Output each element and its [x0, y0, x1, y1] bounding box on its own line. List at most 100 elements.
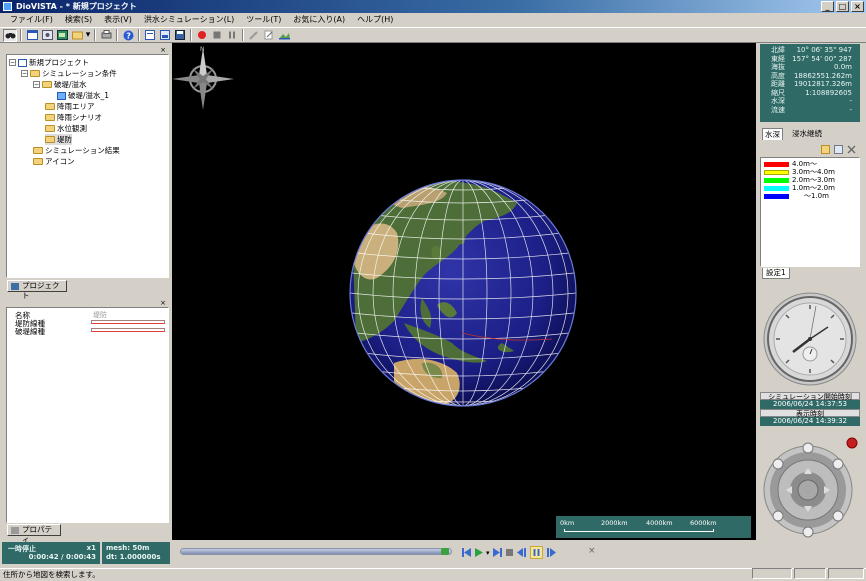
navigation-control[interactable] [760, 434, 864, 540]
window-icon[interactable] [25, 29, 39, 42]
tab-duration[interactable]: 浸水継続 [790, 128, 824, 139]
compass-rose-icon[interactable]: N [172, 46, 234, 110]
add-icon[interactable] [821, 144, 830, 154]
timeline-slider[interactable] [180, 548, 452, 555]
timeline-progress [181, 549, 446, 554]
tree-item-sim-results[interactable]: シミュレーション結果 [33, 145, 120, 156]
step-forward-icon[interactable] [546, 547, 556, 558]
display-time-label: 表示時刻 [760, 409, 860, 418]
mesh-status: mesh: 50m dt: 1.000000s [102, 542, 170, 564]
tab-project[interactable]: プロジェクト [7, 280, 67, 300]
menu-help[interactable]: ヘルプ(H) [351, 13, 399, 27]
binoculars-icon[interactable] [3, 28, 17, 42]
minimize-button[interactable]: _ [821, 1, 834, 12]
tab-settings-1[interactable]: 設定1 [762, 268, 790, 279]
sim-time: 0:00:42 / 0:00:43 [28, 553, 96, 561]
menu-search[interactable]: 検索(S) [59, 13, 98, 27]
collapse-icon[interactable]: − [21, 70, 28, 77]
record-icon[interactable] [195, 29, 209, 42]
menu-file[interactable]: ファイル(F) [4, 13, 59, 27]
status-cell [752, 568, 792, 579]
pause-icon[interactable] [529, 546, 543, 559]
globe[interactable] [349, 179, 577, 407]
project-icon [18, 58, 27, 67]
tree-item-rain-scenario[interactable]: 降雨シナリオ [45, 112, 102, 123]
stop-icon[interactable] [210, 29, 224, 42]
info-key: 北緯 [771, 46, 785, 54]
info-key: 流速 [771, 105, 785, 114]
status-bar: 住所から地図を検索します。 [0, 568, 866, 580]
timeline-thumb[interactable] [441, 548, 449, 555]
menu-flood-simulation[interactable]: 洪水シミュレーション(L) [138, 13, 240, 27]
tree-item-root[interactable]: − 新規プロジェクト [9, 57, 89, 68]
menu-view[interactable]: 表示(V) [98, 13, 138, 27]
info-value: 157° 54' 00" 287 [792, 54, 852, 63]
property-panel: × 名称 堤防 堤防線種 破堤線種 プロパティ [3, 298, 169, 544]
tree-label: アイコン [45, 157, 75, 166]
folder-open-icon[interactable] [70, 29, 84, 42]
tree-label: 水位観測 [57, 124, 87, 133]
legend-swatch [764, 185, 789, 191]
dropdown-arrow-icon[interactable]: ▾ [85, 29, 91, 42]
property-panel-close[interactable]: × [160, 299, 166, 307]
display-time-value: 2006/06/24 14:39:32 [760, 417, 860, 426]
sim-start-value: 2006/06/24 14:37:53 [760, 400, 860, 409]
status-cell [794, 568, 826, 579]
step-back-icon[interactable] [516, 547, 527, 558]
help-icon[interactable]: ? [121, 29, 135, 42]
time-step: dt: 1.000000s [106, 553, 161, 561]
save-icon[interactable] [173, 29, 187, 42]
maximize-button[interactable]: □ [836, 1, 849, 12]
tab-properties[interactable]: プロパティ [7, 524, 61, 544]
project-panel-close[interactable]: × [160, 46, 166, 54]
terrain-icon[interactable] [277, 29, 291, 42]
info-value: 10° 06' 35" 947 [796, 46, 852, 54]
globe-canvas[interactable]: N [172, 43, 756, 540]
info-key: 距離 [771, 80, 785, 88]
print-icon[interactable] [99, 29, 113, 42]
pencil-icon[interactable] [247, 29, 261, 42]
play-dropdown-icon[interactable]: ▾ [486, 549, 490, 557]
tree-item-levee[interactable]: 堤防 [45, 134, 72, 145]
tree-item-icons[interactable]: アイコン [33, 156, 75, 167]
compass-north-label: N [200, 46, 205, 53]
layer-icon[interactable] [40, 29, 54, 42]
map-image-icon[interactable] [55, 29, 69, 42]
stop-icon[interactable] [505, 547, 514, 558]
new-project-icon[interactable] [143, 29, 157, 42]
tree-item-break-overflow[interactable]: − 破堤/溢水 [33, 79, 87, 90]
tree-item-rain-area[interactable]: 降雨エリア [45, 101, 95, 112]
tree-label: シミュレーション条件 [42, 69, 117, 78]
save-legend-icon[interactable] [834, 144, 843, 154]
skip-end-icon[interactable] [492, 547, 502, 558]
info-value: 19012817.326m [793, 80, 852, 88]
menu-tools[interactable]: ツール(T) [240, 13, 287, 27]
title-bar: DioVISTA - * 新規プロジェクト _ □ × [0, 0, 866, 13]
info-key: 高度 [771, 71, 785, 80]
close-button[interactable]: × [851, 1, 864, 12]
info-key: 東経 [771, 54, 785, 63]
tree-item-water-level[interactable]: 水位観測 [45, 123, 87, 134]
playback-close[interactable]: × [588, 546, 596, 556]
close-nav-icon[interactable] [846, 437, 858, 449]
edit-icon[interactable] [262, 29, 276, 42]
scale-label: 0km [560, 519, 575, 527]
folder-icon [42, 81, 52, 88]
collapse-icon[interactable]: − [9, 59, 16, 66]
mesh-size: mesh: 50m [106, 544, 150, 552]
delete-icon[interactable] [847, 145, 856, 154]
menu-favorites[interactable]: お気に入り(A) [287, 13, 351, 27]
sim-start-label: シミュレーション開始時刻 [760, 392, 860, 401]
open-project-icon[interactable] [158, 29, 172, 42]
play-icon[interactable] [474, 547, 483, 558]
tab-depth[interactable]: 水深 [762, 128, 783, 140]
globe-map-view[interactable]: N 0km 2000km 4000km 6000km [172, 43, 756, 540]
tree-item-sim-conditions[interactable]: − シミュレーション条件 [21, 68, 117, 79]
skip-start-icon[interactable] [462, 547, 471, 558]
levee-line-style[interactable] [91, 320, 165, 324]
time-info: シミュレーション開始時刻 2006/06/24 14:37:53 表示時刻 20… [760, 392, 860, 430]
break-line-style[interactable] [91, 328, 165, 332]
tree-item-break-overflow-1[interactable]: 破堤/溢水_1 [57, 90, 109, 101]
collapse-icon[interactable]: − [33, 81, 40, 88]
pause-icon[interactable] [225, 29, 239, 42]
